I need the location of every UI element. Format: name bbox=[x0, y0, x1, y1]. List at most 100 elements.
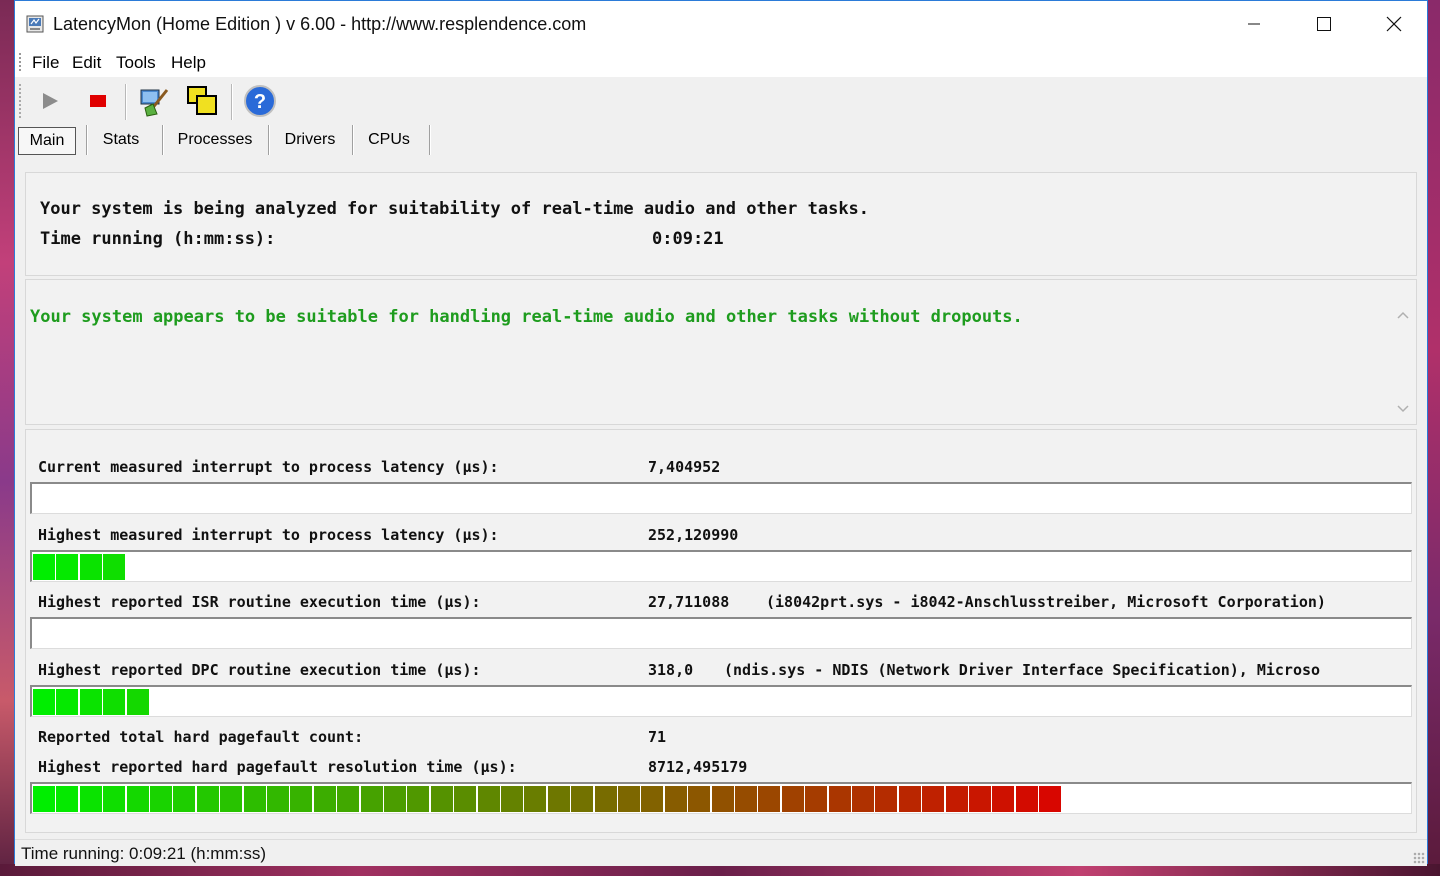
latencymon-window: LatencyMon (Home Edition ) v 6.00 - http… bbox=[14, 0, 1428, 866]
bar-segment bbox=[103, 689, 126, 715]
pagefault-time-bar bbox=[30, 782, 1412, 814]
tab-main[interactable]: Main bbox=[18, 127, 76, 155]
windows-button[interactable] bbox=[185, 84, 219, 118]
bar-segment bbox=[33, 689, 55, 715]
tab-cpus[interactable]: CPUs bbox=[359, 125, 419, 155]
metrics-panel: Current measured interrupt to process la… bbox=[25, 429, 1417, 833]
time-running-label: Time running (h:mm:ss): bbox=[40, 229, 276, 249]
close-icon bbox=[1386, 16, 1402, 32]
bar-segment bbox=[79, 786, 102, 812]
bar-segment bbox=[969, 786, 991, 812]
isr-value: 27,711088 bbox=[648, 593, 730, 611]
tab-separator bbox=[86, 125, 88, 155]
verdict-scrollbar[interactable] bbox=[1390, 280, 1416, 424]
analysis-panel: Your system is being analyzed for suitab… bbox=[25, 172, 1417, 276]
bar-segment bbox=[33, 554, 55, 580]
start-button[interactable] bbox=[33, 84, 67, 118]
current-latency-bar bbox=[30, 482, 1412, 514]
pagefault-count-value: 71 bbox=[648, 728, 667, 746]
minimize-icon bbox=[1248, 23, 1260, 25]
bar-segment bbox=[781, 786, 804, 812]
toolbar-grip bbox=[19, 84, 21, 118]
desktop-background-right bbox=[1426, 0, 1440, 876]
menu-edit[interactable]: Edit bbox=[72, 53, 101, 73]
maximize-icon bbox=[1317, 17, 1331, 31]
isr-label: Highest reported ISR routine execution t… bbox=[38, 593, 481, 611]
bar-segment bbox=[290, 786, 313, 812]
bar-segment bbox=[641, 786, 664, 812]
bar-segment bbox=[805, 786, 828, 812]
dpc-bar bbox=[30, 685, 1412, 717]
toolbar-separator bbox=[125, 84, 127, 120]
bar-segment bbox=[945, 786, 968, 812]
bar-segment bbox=[33, 786, 55, 812]
bar-segment bbox=[571, 786, 594, 812]
bar-segment bbox=[360, 786, 383, 812]
bar-segment bbox=[126, 786, 149, 812]
bar-segment bbox=[103, 786, 126, 812]
bar-segment bbox=[196, 786, 219, 812]
bar-segment bbox=[150, 786, 172, 812]
pagefault-count-label: Reported total hard pagefault count: bbox=[38, 728, 364, 746]
bar-segment bbox=[922, 786, 945, 812]
bar-segment bbox=[430, 786, 453, 812]
bar-segment bbox=[79, 689, 102, 715]
bar-segment bbox=[243, 786, 266, 812]
bar-segment bbox=[454, 786, 477, 812]
tab-separator bbox=[429, 125, 431, 155]
desktop-background-left bbox=[0, 0, 14, 876]
menu-help[interactable]: Help bbox=[171, 53, 206, 73]
svg-text:?: ? bbox=[254, 91, 266, 113]
verdict-text: Your system appears to be suitable for h… bbox=[30, 307, 1023, 327]
scroll-down-icon[interactable] bbox=[1396, 404, 1410, 414]
bar-segment bbox=[313, 786, 336, 812]
bar-segment bbox=[1039, 786, 1062, 812]
minimize-button[interactable] bbox=[1219, 1, 1289, 47]
bar-segment bbox=[594, 786, 617, 812]
bar-segment bbox=[711, 786, 734, 812]
bar-segment bbox=[852, 786, 874, 812]
dpc-label: Highest reported DPC routine execution t… bbox=[38, 661, 481, 679]
bar-segment bbox=[547, 786, 570, 812]
menu-grip bbox=[19, 53, 21, 73]
bar-segment bbox=[56, 689, 79, 715]
play-icon bbox=[43, 93, 58, 109]
highest-latency-value: 252,120990 bbox=[648, 526, 739, 544]
bar-segment bbox=[56, 786, 79, 812]
tab-processes[interactable]: Processes bbox=[169, 125, 261, 155]
tab-stats[interactable]: Stats bbox=[93, 125, 149, 155]
isr-bar bbox=[30, 617, 1412, 649]
stop-button[interactable] bbox=[81, 84, 115, 118]
bar-segment bbox=[992, 786, 1015, 812]
highest-latency-label: Highest measured interrupt to process la… bbox=[38, 526, 499, 544]
help-button[interactable]: ? bbox=[243, 84, 277, 118]
bar-segment bbox=[1015, 786, 1038, 812]
tab-separator bbox=[352, 125, 354, 155]
bar-segment bbox=[501, 786, 523, 812]
stop-icon bbox=[90, 95, 106, 107]
app-icon bbox=[26, 15, 44, 33]
bar-segment bbox=[220, 786, 243, 812]
analysis-message: Your system is being analyzed for suitab… bbox=[40, 199, 870, 219]
menu-tools[interactable]: Tools bbox=[116, 53, 156, 73]
windows-icon bbox=[187, 86, 217, 115]
menu-file[interactable]: File bbox=[32, 53, 59, 73]
bar-segment bbox=[103, 554, 126, 580]
title-bar[interactable]: LatencyMon (Home Edition ) v 6.00 - http… bbox=[15, 1, 1427, 47]
current-latency-value: 7,404952 bbox=[648, 458, 721, 476]
pagefault-time-label: Highest reported hard pagefault resoluti… bbox=[38, 758, 517, 776]
bar-segment bbox=[735, 786, 757, 812]
maximize-button[interactable] bbox=[1289, 1, 1359, 47]
tab-separator bbox=[162, 125, 164, 155]
status-text: Time running: 0:09:21 (h:mm:ss) bbox=[21, 844, 267, 863]
bar-segment bbox=[524, 786, 547, 812]
menu-bar: File Edit Tools Help bbox=[15, 47, 1427, 77]
bar-segment bbox=[618, 786, 640, 812]
bar-segment bbox=[337, 786, 360, 812]
bar-segment bbox=[477, 786, 500, 812]
close-button[interactable] bbox=[1359, 1, 1429, 47]
clear-button[interactable] bbox=[137, 84, 171, 118]
tab-drivers[interactable]: Drivers bbox=[275, 125, 345, 155]
scroll-up-icon[interactable] bbox=[1396, 310, 1410, 320]
resize-grip-icon[interactable] bbox=[1413, 852, 1425, 864]
